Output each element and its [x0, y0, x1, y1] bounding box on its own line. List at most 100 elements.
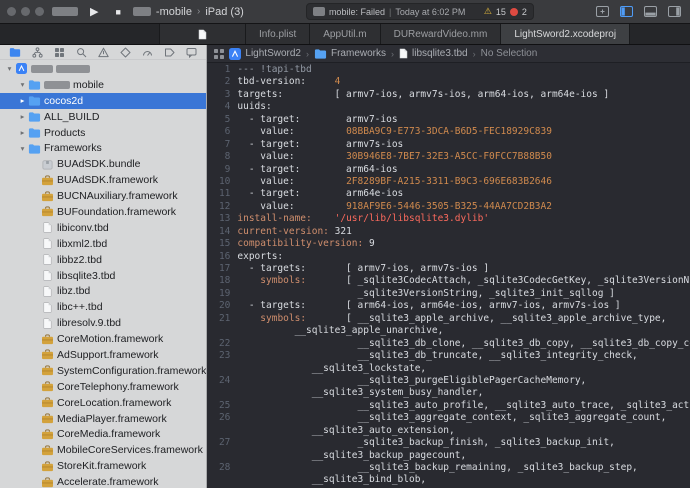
line-number[interactable]: 24 [207, 375, 237, 387]
line-number[interactable]: 25 [207, 400, 237, 412]
tree-item-bufoundation-framework[interactable]: BUFoundation.framework [0, 204, 206, 220]
tree-item-systemconfiguration-framework[interactable]: SystemConfiguration.framework [0, 363, 206, 379]
tree-item-buadsdk-framework[interactable]: BUAdSDK.framework [0, 172, 206, 188]
disclosure-closed[interactable]: ▸ [17, 96, 28, 105]
tree-item-libsqlite3-tbd[interactable]: libsqlite3.tbd [0, 268, 206, 284]
warning-count[interactable]: 15 [496, 7, 506, 17]
tree-item-products[interactable]: ▸ Products [0, 125, 206, 141]
line-number[interactable]: 16 [207, 251, 237, 263]
tree-item-coremotion-framework[interactable]: CoreMotion.framework [0, 331, 206, 347]
close-button[interactable] [7, 7, 16, 16]
code-line-19[interactable]: 19 _sqlite3VersionString, _sqlite3_init_… [207, 288, 690, 300]
line-number[interactable]: 13 [207, 213, 237, 225]
debug-area-toggle-button[interactable] [644, 6, 658, 17]
issue-navigator-icon[interactable] [98, 47, 109, 58]
tree-item-libbz2-tbd[interactable]: libbz2.tbd [0, 252, 206, 268]
tree-item-adsupport-framework[interactable]: AdSupport.framework [0, 347, 206, 363]
code-line-4[interactable]: 4 uuids: [207, 101, 690, 113]
line-number[interactable]: 21 [207, 313, 237, 325]
jump-bar-item-lightsword2[interactable]: LightSword2 [229, 47, 301, 60]
tree-item-corelocation-framework[interactable]: CoreLocation.framework [0, 395, 206, 411]
code-line-27[interactable]: 27 _sqlite3_backup_finish, _sqlite3_back… [207, 437, 690, 449]
code-line-3[interactable]: 3 targets: [ armv7-ios, armv7s-ios, arm64… [207, 89, 690, 101]
line-number[interactable]: 9 [207, 164, 237, 176]
disclosure-open[interactable]: ▾ [17, 80, 28, 89]
tree-item-frameworks[interactable]: ▾ Frameworks [0, 140, 206, 156]
line-number[interactable]: 15 [207, 238, 237, 250]
tab-apputil-m[interactable]: AppUtil.m [310, 24, 381, 44]
tree-item-all-build[interactable]: ▸ ALL_BUILD [0, 109, 206, 125]
tree-item-accelerate-framework[interactable]: Accelerate.framework [0, 474, 206, 488]
scheme-name[interactable]: -mobile [156, 6, 192, 18]
line-number[interactable] [207, 363, 237, 375]
find-navigator-icon[interactable] [76, 47, 87, 58]
code-line-wrap[interactable]: __sqlite3_auto_extension, [207, 425, 690, 437]
jump-bar-item-frameworks[interactable]: Frameworks [314, 48, 386, 59]
code-line-21[interactable]: 21 symbols: [ __sqlite3_apple_archive, _… [207, 313, 690, 325]
code-line-22[interactable]: 22 __sqlite3_db_clone, __sqlite3_db_copy… [207, 338, 690, 350]
scheme-selector[interactable]: -mobile › iPad (3) [132, 6, 244, 18]
code-line-26[interactable]: 26 __sqlite3_aggregate_context, _sqlite3… [207, 412, 690, 424]
line-number[interactable] [207, 450, 237, 462]
disclosure-closed[interactable]: ▸ [17, 112, 28, 121]
line-number[interactable]: 5 [207, 114, 237, 126]
code-line-16[interactable]: 16 exports: [207, 251, 690, 263]
jump-bar-item-no-selection[interactable]: No Selection [481, 48, 538, 59]
line-number[interactable]: 14 [207, 226, 237, 238]
report-navigator-icon[interactable] [186, 47, 197, 58]
code-line-15[interactable]: 15 compatibility-version: 9 [207, 238, 690, 250]
tab-lightsword2-xcodeproj[interactable]: LightSword2.xcodeproj [501, 24, 631, 44]
error-count[interactable]: 2 [522, 7, 527, 17]
code-line-28[interactable]: 28 __sqlite3_backup_remaining, _sqlite3_… [207, 462, 690, 474]
line-number[interactable]: 18 [207, 275, 237, 287]
zoom-button[interactable] [35, 7, 44, 16]
tree-item-bucnauxiliary-framework[interactable]: BUCNAuxiliary.framework [0, 188, 206, 204]
tree-item-coretelephony-framework[interactable]: CoreTelephony.framework [0, 379, 206, 395]
code-line-wrap[interactable]: __sqlite3_bind_blob, [207, 474, 690, 486]
run-destination[interactable]: iPad (3) [205, 6, 244, 18]
line-number[interactable]: 19 [207, 288, 237, 300]
code-line-9[interactable]: 9 - target: arm64-ios [207, 164, 690, 176]
tab-info-plist[interactable]: Info.plist [246, 24, 311, 44]
line-number[interactable]: 4 [207, 101, 237, 113]
tab-untitled[interactable] [160, 24, 246, 44]
line-number[interactable]: 20 [207, 300, 237, 312]
tree-item-coremedia-framework[interactable]: CoreMedia.framework [0, 426, 206, 442]
tree-item-libz-tbd[interactable]: libz.tbd [0, 283, 206, 299]
test-navigator-icon[interactable] [120, 47, 131, 58]
tree-item-mediaplayer-framework[interactable]: MediaPlayer.framework [0, 411, 206, 427]
stop-button[interactable]: ■ [110, 6, 125, 18]
tree-item-storekit-framework[interactable]: StoreKit.framework [0, 458, 206, 474]
code-line-wrap[interactable]: __sqlite3_apple_unarchive, [207, 325, 690, 337]
disclosure-open[interactable]: ▾ [17, 144, 28, 153]
code-line-25[interactable]: 25 __sqlite3_auto_profile, __sqlite3_aut… [207, 400, 690, 412]
tab-durewardvideo-mm[interactable]: DURewardVideo.mm [380, 24, 502, 44]
line-number[interactable]: 23 [207, 350, 237, 362]
inspector-toggle-button[interactable] [668, 6, 682, 17]
tree-item-mobile[interactable]: ▾ mobile [0, 77, 206, 93]
line-number[interactable]: 28 [207, 462, 237, 474]
line-number[interactable]: 8 [207, 151, 237, 163]
line-number[interactable]: 17 [207, 263, 237, 275]
related-items-icon[interactable] [214, 48, 225, 59]
code-line-8[interactable]: 8 value: 30B946E8-7BE7-32E3-A5CC-F0FCC7B… [207, 151, 690, 163]
disclosure-open[interactable]: ▾ [4, 64, 15, 73]
code-line-18[interactable]: 18 symbols: [ _sqlite3CodecAttach, _sqli… [207, 275, 690, 287]
error-icon[interactable] [509, 7, 518, 16]
minimize-button[interactable] [21, 7, 30, 16]
activity-view[interactable]: mobile: Failed | Today at 6:02 PM ⚠ 15 2 [305, 3, 534, 20]
line-number[interactable] [207, 474, 237, 486]
code-line-10[interactable]: 10 value: 2F8289BF-A215-3311-B9C3-696E68… [207, 176, 690, 188]
code-line-2[interactable]: 2 tbd-version: 4 [207, 76, 690, 88]
code-line-20[interactable]: 20 - targets: [ arm64-ios, arm64e-ios, a… [207, 300, 690, 312]
run-button[interactable]: ▶ [85, 4, 103, 19]
line-number[interactable]: 11 [207, 188, 237, 200]
source-control-navigator-icon[interactable] [32, 46, 43, 58]
disclosure-closed[interactable]: ▸ [17, 128, 28, 137]
add-editor-button[interactable] [596, 6, 610, 17]
line-number[interactable] [207, 387, 237, 399]
symbol-navigator-icon[interactable] [54, 47, 65, 58]
line-number[interactable]: 10 [207, 176, 237, 188]
navigator-toggle-button[interactable] [620, 6, 634, 17]
line-number[interactable]: 6 [207, 126, 237, 138]
